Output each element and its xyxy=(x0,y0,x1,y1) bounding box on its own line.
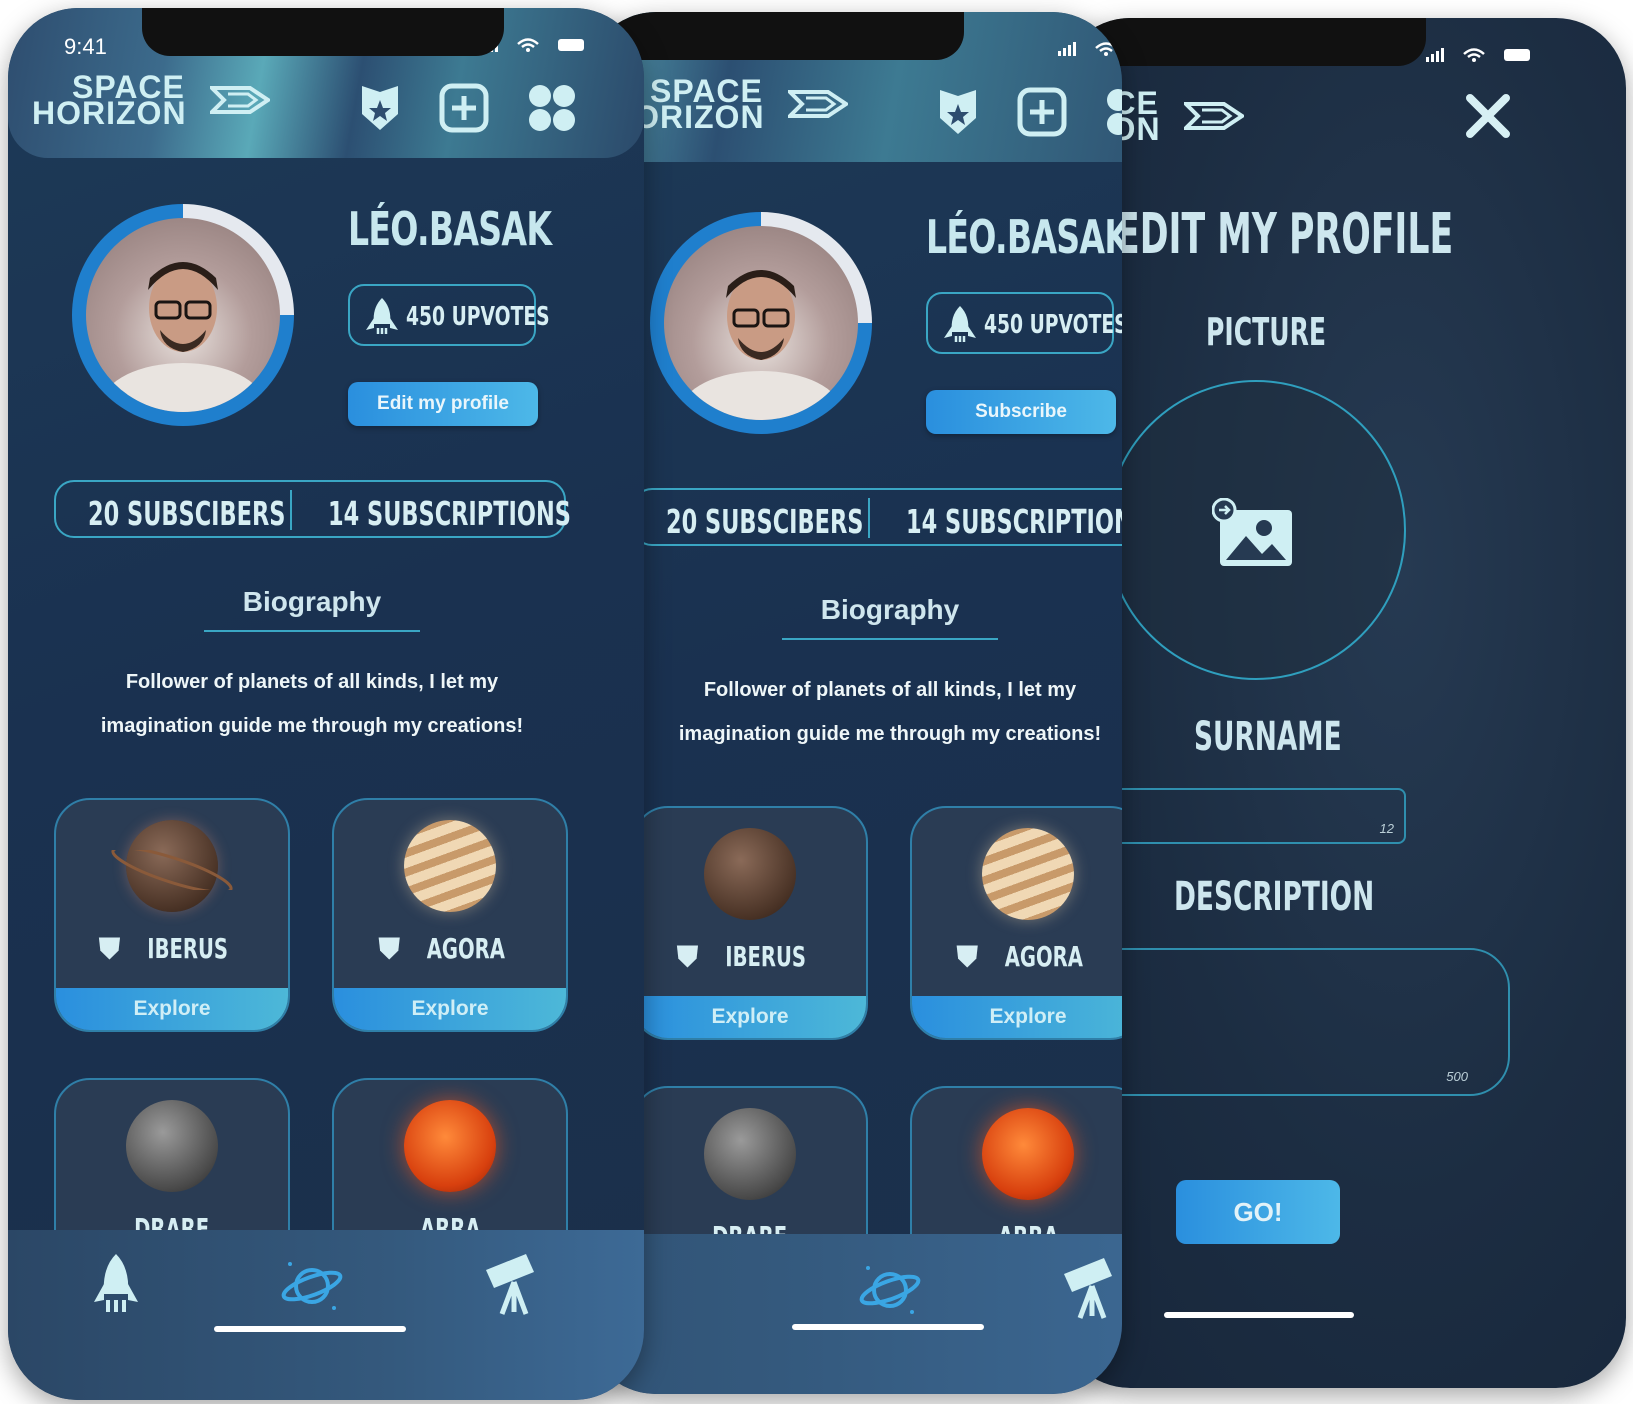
grid-icon[interactable] xyxy=(524,80,580,136)
planet-name: AGORA xyxy=(426,932,505,965)
shield-star-icon[interactable] xyxy=(930,84,986,140)
rocket-icon xyxy=(366,298,398,334)
logo-rocket-icon xyxy=(1184,102,1244,130)
home-indicator[interactable] xyxy=(792,1324,984,1330)
planet-image xyxy=(126,1100,218,1192)
status-icons xyxy=(1426,46,1536,69)
planet-icon[interactable] xyxy=(858,1260,922,1320)
telescope-icon[interactable] xyxy=(1060,1256,1122,1320)
status-time: 9:41 xyxy=(64,34,107,59)
shield-icon: ⛊ xyxy=(98,932,120,965)
explore-button[interactable]: Explore xyxy=(56,988,288,1030)
explore-button[interactable]: Explore xyxy=(334,988,566,1030)
subscribe-button[interactable]: Subscribe xyxy=(926,390,1116,434)
biography-underline xyxy=(782,638,998,640)
planet-name: IBERUS xyxy=(147,932,228,965)
planet-card-iberus[interactable]: ⛊ IBERUS Explore xyxy=(632,806,868,1040)
bottom-tab-bar xyxy=(8,1230,644,1400)
upvotes-badge: 450 UPVOTES xyxy=(926,292,1122,354)
surname-input[interactable]: 12 xyxy=(1110,788,1406,844)
planet-ring xyxy=(111,850,233,890)
planet-icon[interactable] xyxy=(280,1256,344,1316)
description-char-counter: 500 xyxy=(1446,1069,1468,1084)
close-icon[interactable] xyxy=(1464,92,1512,140)
subscription-stats: 20 SUBSCIBERS 14 SUBSCRIPTIONS xyxy=(54,480,571,538)
subscription-stats: 20 SUBSCIBERS 14 SUBSCRIPTIONS xyxy=(632,488,1122,546)
shield-icon: ⛊ xyxy=(956,940,978,973)
edit-profile-title: EDIT MY PROFILE xyxy=(1116,202,1454,267)
logo-rocket-icon xyxy=(788,90,848,118)
picture-label: PICTURE xyxy=(1206,310,1327,354)
planet-image xyxy=(704,828,796,920)
device-notch xyxy=(604,12,964,60)
rocket-icon xyxy=(944,306,976,342)
description-input[interactable]: 500 xyxy=(1060,948,1510,1096)
explore-button[interactable]: Explore xyxy=(912,996,1122,1038)
shield-icon: ⛊ xyxy=(378,932,400,965)
planet-image xyxy=(704,1108,796,1200)
device-notch xyxy=(1090,18,1426,66)
profile-photo xyxy=(103,262,263,412)
avatar[interactable] xyxy=(86,218,280,412)
shield-icon: ⛊ xyxy=(676,940,698,973)
biography-text: Follower of planets of all kinds, I let … xyxy=(678,679,1102,745)
signal-wifi-battery-icon xyxy=(1426,48,1530,62)
signal-wifi-battery-icon xyxy=(1058,42,1117,56)
planet-image xyxy=(404,820,496,912)
stats-divider xyxy=(868,498,870,538)
username: LÉO.BASAK xyxy=(926,210,1122,264)
profile-screen-own: 9:41 SPACE HORIZON LÉO.BASAK 450 UPVOTES… xyxy=(8,8,644,1400)
app-logo[interactable]: SPACE HORIZON xyxy=(32,71,270,129)
shield-star-icon[interactable] xyxy=(352,80,408,136)
avatar-progress-ring xyxy=(72,204,294,426)
status-icons xyxy=(1058,40,1122,63)
description-label: DESCRIPTION xyxy=(1174,874,1375,920)
add-square-icon[interactable] xyxy=(1014,84,1070,140)
rocket-icon[interactable] xyxy=(92,1252,140,1316)
home-indicator[interactable] xyxy=(214,1326,406,1332)
planet-card-iberus[interactable]: ⛊ IBERUS Explore xyxy=(54,798,290,1032)
planet-image xyxy=(404,1100,496,1192)
profile-screen-other: SPACE HORIZON LÉO.BASAK 450 UPVOTES Subs… xyxy=(586,12,1122,1394)
subscriptions-count[interactable]: 14 SUBSCRIPTIONS xyxy=(328,494,571,533)
go-button[interactable]: GO! xyxy=(1176,1180,1340,1244)
biography-underline xyxy=(204,630,420,632)
logo-rocket-icon xyxy=(210,86,270,114)
planet-name: IBERUS xyxy=(725,940,806,973)
username: LÉO.BASAK xyxy=(348,202,552,256)
explore-button[interactable]: Explore xyxy=(634,996,866,1038)
avatar-progress-ring xyxy=(650,212,872,434)
add-square-icon[interactable] xyxy=(436,80,492,136)
device-notch xyxy=(142,8,504,56)
planet-image xyxy=(982,1108,1074,1200)
planet-name: AGORA xyxy=(1004,940,1083,973)
home-indicator[interactable] xyxy=(1164,1312,1354,1318)
subscriptions-count[interactable]: 14 SUBSCRIPTIONS xyxy=(906,502,1122,541)
bottom-tab-bar xyxy=(586,1234,1122,1394)
planet-card-agora[interactable]: ⛊ AGORA Explore xyxy=(910,806,1122,1040)
profile-photo xyxy=(681,270,841,420)
surname-char-counter: 12 xyxy=(1379,821,1394,836)
biography-title: Biography xyxy=(820,594,960,625)
biography-title: Biography xyxy=(242,586,382,617)
surname-label: SURNAME xyxy=(1194,714,1342,760)
telescope-icon[interactable] xyxy=(482,1252,546,1316)
biography-text: Follower of planets of all kinds, I let … xyxy=(100,671,524,737)
picture-upload[interactable] xyxy=(1106,380,1406,680)
grid-icon[interactable] xyxy=(1102,84,1122,140)
edit-profile-screen: SPACE HORIZON EDIT MY PROFILE PICTURE SU… xyxy=(1060,18,1626,1388)
planet-card-agora[interactable]: ⛊ AGORA Explore xyxy=(332,798,568,1032)
subscribers-count[interactable]: 20 SUBSCIBERS xyxy=(88,494,285,533)
subscribers-count[interactable]: 20 SUBSCIBERS xyxy=(666,502,863,541)
stats-divider xyxy=(290,490,292,530)
image-upload-icon xyxy=(1212,498,1292,566)
planet-image xyxy=(982,828,1074,920)
avatar[interactable] xyxy=(664,226,858,420)
edit-profile-button[interactable]: Edit my profile xyxy=(348,382,538,426)
upvotes-badge: 450 UPVOTES xyxy=(348,284,550,346)
